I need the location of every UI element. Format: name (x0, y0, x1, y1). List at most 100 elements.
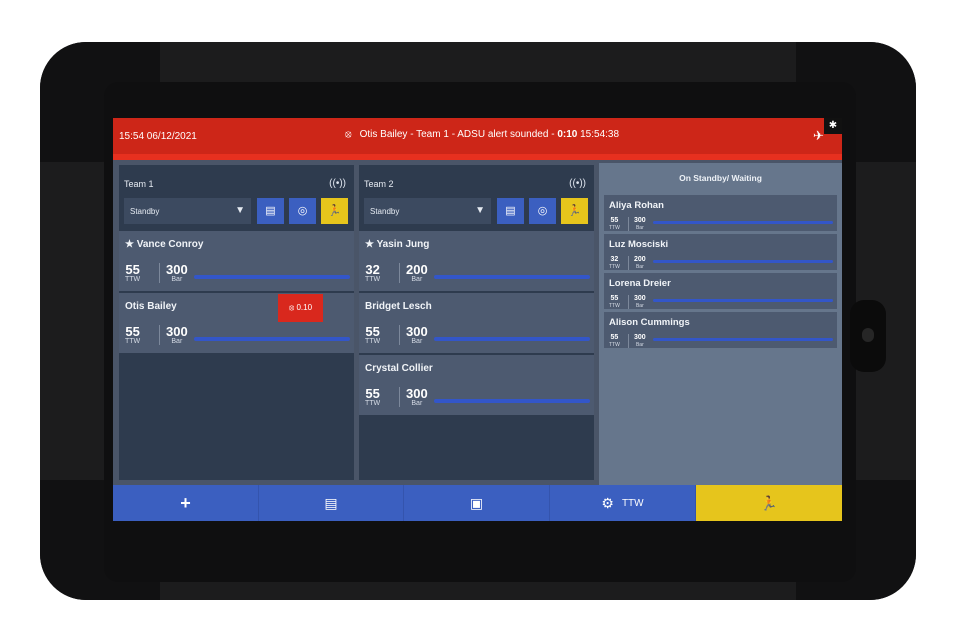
pressure-bar (194, 275, 350, 279)
member-card[interactable]: Bridget Lesch 55 TTW 300 Bar (359, 293, 594, 353)
alert-time: 15:54:38 (580, 129, 620, 140)
evacuate-button[interactable]: 🏃 (561, 198, 588, 224)
alert-badge[interactable]: ⦻ 0.10 (278, 294, 323, 322)
team-status-value: Standby (370, 207, 400, 216)
member-name: ★ Yasin Jung (365, 239, 430, 250)
member-name: Lorena Dreier (609, 278, 671, 289)
member-name: Alison Cummings (609, 317, 690, 328)
ttw-value: 55 (365, 386, 380, 401)
radio-signal-icon: ((•)) (569, 178, 586, 189)
ttw-unit: TTW (365, 338, 381, 345)
member-name: ★ Vance Conroy (125, 239, 204, 250)
pressure-unit: Bar (635, 303, 644, 309)
pressure-bar (434, 399, 590, 403)
alert-strip (113, 154, 842, 160)
standby-card[interactable]: Lorena Dreier 55 TTW 300 Bar (604, 273, 837, 309)
pressure-value: 200 (406, 262, 428, 277)
team-title: Team 1 (124, 179, 154, 189)
team-status-value: Standby (130, 207, 160, 216)
ttw-value: 55 (610, 334, 619, 341)
pressure-bar (653, 221, 833, 224)
bottom-toolbar: + ▤ ▣ ⚙ TTW 🏃 (113, 485, 842, 521)
briefcase-button[interactable]: ▣ (404, 485, 550, 521)
pressure-value: 300 (166, 324, 188, 339)
alarm-icon: ⦻ (345, 129, 352, 140)
target-button[interactable]: ◎ (289, 198, 316, 224)
add-team-button[interactable]: + (113, 485, 259, 521)
evacuate-icon: 🏃 (327, 205, 342, 217)
add-entry-button[interactable]: ▤ (259, 485, 404, 521)
ttw-unit: TTW (125, 338, 141, 345)
ttw-unit: TTW (365, 276, 381, 283)
target-button[interactable]: ◎ (529, 198, 556, 224)
team-status-select[interactable]: Standby ▼ (364, 198, 491, 224)
ttw-unit: TTW (125, 276, 141, 283)
add-entry-button[interactable]: ▤ (257, 198, 284, 224)
caret-down-icon: ▼ (235, 205, 245, 216)
ttw-unit: TTW (609, 225, 620, 231)
camera-housing (850, 300, 886, 372)
ttw-label: TTW (621, 497, 644, 509)
caret-down-icon: ▼ (475, 205, 485, 216)
datetime: 15:54 06/12/2021 (119, 131, 197, 142)
pressure-unit: Bar (171, 276, 183, 283)
alert-text: Otis Bailey - Team 1 - ADSU alert sounde… (359, 129, 558, 140)
ttw-value: 55 (365, 324, 380, 339)
ttw-unit: TTW (365, 400, 381, 407)
member-card[interactable]: ★ Vance Conroy 55 TTW 300 Bar (119, 231, 354, 291)
member-name: Crystal Collier (365, 363, 433, 374)
member-card[interactable]: Crystal Collier 55 TTW 300 Bar (359, 355, 594, 415)
alert-elapsed: 0:10 (557, 129, 578, 140)
radio-signal-icon: ((•)) (329, 178, 346, 189)
pressure-value: 300 (634, 295, 646, 302)
pressure-unit: Bar (635, 264, 644, 270)
ttw-value: 55 (125, 324, 140, 339)
pressure-bar (653, 260, 833, 263)
standby-panel: On Standby/ Waiting Aliya Rohan 55 TTW 30… (599, 163, 842, 485)
gear-icon[interactable]: ✱ (824, 118, 842, 134)
evacuate-button[interactable]: 🏃 (321, 198, 348, 224)
add-entry-button[interactable]: ▤ (497, 198, 524, 224)
alert-badge-value: 0.10 (296, 303, 313, 312)
pressure-value: 300 (634, 217, 646, 224)
standby-card[interactable]: Luz Mosciski 32 TTW 200 Bar (604, 234, 837, 270)
team-title: Team 2 (364, 179, 394, 189)
pressure-bar (434, 275, 590, 279)
ttw-unit: TTW (609, 342, 620, 348)
ttw-value: 32 (610, 256, 619, 263)
evacuate-icon: 🏃 (567, 205, 582, 217)
add-entry-icon: ▤ (265, 205, 276, 217)
pressure-value: 300 (406, 386, 428, 401)
pressure-bar (194, 337, 350, 341)
ttw-unit: TTW (609, 303, 620, 309)
team-panel: Team 2 ((•)) Standby ▼ ▤ ◎ 🏃 ★ Yasin Jun… (359, 165, 594, 480)
settings-icon: ⚙ (601, 494, 614, 511)
target-icon: ◎ (537, 205, 548, 217)
alert-message[interactable]: ⦻ Otis Bailey - Team 1 - ADSU alert soun… (345, 129, 619, 140)
ttw-value: 55 (610, 295, 619, 302)
pressure-value: 300 (166, 262, 188, 277)
pressure-unit: Bar (411, 276, 423, 283)
member-card[interactable]: Otis Bailey ⦻ 0.10 55 TTW 300 Bar (119, 293, 354, 353)
app-screen: 15:54 06/12/2021 ⦻ Otis Bailey - Team 1 … (113, 118, 842, 521)
alert-bar: 15:54 06/12/2021 ⦻ Otis Bailey - Team 1 … (113, 118, 842, 154)
standby-card[interactable]: Aliya Rohan 55 TTW 300 Bar (604, 195, 837, 231)
member-name: Otis Bailey (125, 301, 177, 312)
member-card[interactable]: ★ Yasin Jung 32 TTW 200 Bar (359, 231, 594, 291)
ttw-value: 32 (365, 262, 380, 277)
mute-icon[interactable]: ✈ (813, 128, 824, 144)
pressure-unit: Bar (635, 225, 644, 231)
target-icon: ◎ (297, 205, 308, 217)
standby-title: On Standby/ Waiting (679, 173, 762, 183)
standby-card[interactable]: Alison Cummings 55 TTW 300 Bar (604, 312, 837, 348)
ttw-settings-button[interactable]: ⚙ TTW (550, 485, 696, 521)
team-panel: Team 1 ((•)) Standby ▼ ▤ ◎ 🏃 ★ Vance Con… (119, 165, 354, 480)
alarm-icon: ⦻ (288, 303, 295, 312)
member-name: Bridget Lesch (365, 301, 432, 312)
pressure-unit: Bar (635, 342, 644, 348)
add-entry-icon: ▤ (505, 205, 516, 217)
pressure-unit: Bar (411, 338, 423, 345)
team-status-select[interactable]: Standby ▼ (124, 198, 251, 224)
plus-icon: + (180, 492, 191, 513)
evacuate-all-button[interactable]: 🏃 (696, 485, 842, 521)
